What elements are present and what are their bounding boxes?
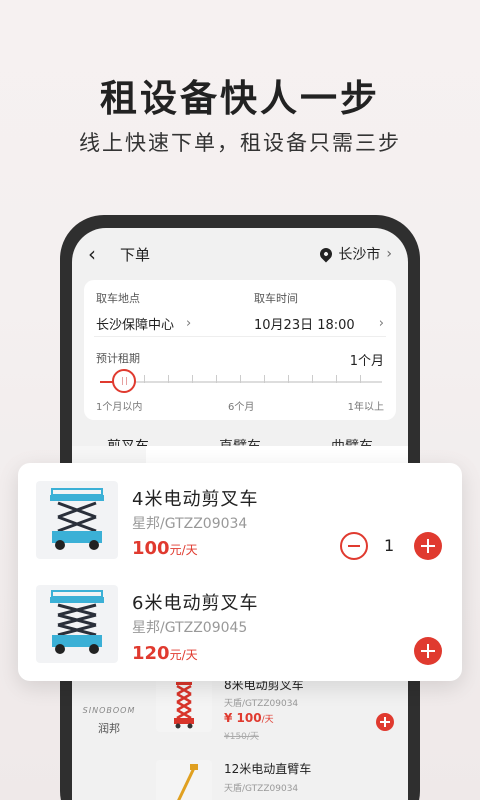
quantity-value: 1 — [384, 536, 395, 555]
location-pin-icon — [317, 245, 335, 263]
product-price: 100元/天 — [132, 538, 198, 559]
subline: 线上快速下单，租设备只需三步 — [79, 131, 401, 155]
divider — [94, 336, 386, 337]
featured-products-card: 4米电动剪叉车 星邦/GTZZ09034 100元/天 1 6米电动剪叉车 星邦… — [18, 463, 462, 681]
pickup-location[interactable]: 取车地点 长沙保障中心 › — [96, 290, 191, 333]
scale-max: 1年以上 — [347, 402, 384, 413]
add-to-order-button[interactable] — [414, 637, 442, 665]
pickup-label: 取车地点 — [96, 292, 140, 305]
chevron-right-icon: › — [186, 316, 192, 331]
product-image — [36, 585, 118, 663]
blue-scissor-lift-icon — [50, 488, 104, 550]
brand-name[interactable]: 润邦 — [72, 720, 146, 736]
slider-tick — [216, 375, 217, 383]
product-sub: 天盾/GTZZ09034 — [224, 784, 299, 794]
slider-tick — [360, 375, 361, 383]
period-slider-knob[interactable] — [112, 369, 136, 393]
time-label: 取车时间 — [254, 292, 298, 305]
product-image — [156, 676, 212, 732]
product-image — [156, 760, 212, 800]
original-price: ¥150/天 — [224, 732, 259, 742]
brand-logo: SINOBOOM — [82, 706, 136, 715]
slider-tick — [144, 375, 145, 383]
product-image — [36, 481, 118, 559]
slider-tick — [240, 375, 241, 383]
slider-tick — [192, 375, 193, 383]
slider-tick — [312, 375, 313, 383]
increase-quantity-button[interactable] — [414, 532, 442, 560]
slider-tick — [168, 375, 169, 383]
slider-tick — [336, 375, 337, 383]
order-card: 取车地点 长沙保障中心 › 取车时间 10月23日 18:00 › 预计租期 1… — [84, 280, 396, 420]
city-selector[interactable]: 长沙市 › — [317, 244, 392, 264]
boom-lift-icon — [177, 764, 198, 800]
period-slider-track[interactable] — [100, 381, 382, 383]
slider-tick — [264, 375, 265, 383]
pickup-time[interactable]: 取车时间 10月23日 18:00 › — [254, 290, 384, 333]
product-sub: 星邦/GTZZ09034 — [132, 516, 248, 532]
slider-tick — [288, 375, 289, 383]
pickup-value: 长沙保障中心 — [96, 318, 175, 333]
headline: 租设备快人一步 — [100, 77, 380, 120]
scale-mid: 6个月 — [228, 402, 255, 413]
product-title[interactable]: 4米电动剪叉车 — [132, 485, 258, 511]
product-title[interactable]: 6米电动剪叉车 — [132, 589, 258, 615]
product-sub: 天盾/GTZZ09034 — [224, 699, 299, 709]
city-label: 长沙市 — [338, 247, 381, 263]
chevron-right-icon: › — [378, 316, 384, 331]
add-icon[interactable] — [376, 713, 394, 731]
red-scissor-lift-icon — [174, 682, 194, 729]
back-icon[interactable]: ‹ — [88, 242, 110, 266]
product-title[interactable]: 12米电动直臂车 — [224, 760, 311, 777]
product-sub: 星邦/GTZZ09045 — [132, 620, 248, 636]
chevron-right-icon: › — [386, 246, 392, 262]
period-value: 1个月 — [349, 354, 384, 369]
blue-scissor-lift-icon — [50, 590, 104, 654]
period-label: 预计租期 — [96, 352, 140, 365]
decrease-quantity-button[interactable] — [340, 532, 368, 560]
scale-min: 1个月以内 — [96, 402, 143, 413]
time-value: 10月23日 18:00 — [254, 318, 355, 333]
product-price: 120元/天 — [132, 643, 198, 664]
page-title: 下单 — [120, 245, 151, 264]
product-price: ¥ 100/天 — [224, 711, 274, 725]
nav-bar: ‹ 下单 长沙市 › — [72, 228, 408, 280]
